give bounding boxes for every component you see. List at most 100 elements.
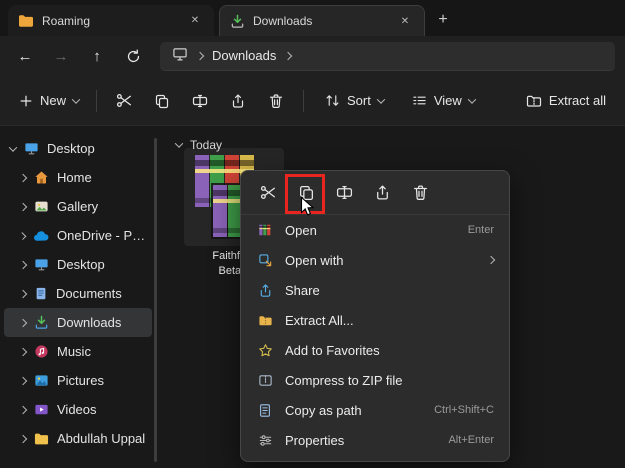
address-bar[interactable]: Downloads: [160, 42, 615, 71]
videos-icon: [34, 402, 49, 417]
extract-all-button[interactable]: Extract all: [517, 84, 615, 118]
close-icon[interactable]: ✕: [186, 12, 204, 30]
refresh-button[interactable]: [118, 41, 148, 71]
home-icon: [34, 170, 49, 185]
view-icon: [412, 93, 427, 108]
menu-item-open[interactable]: Open Enter: [246, 215, 504, 245]
download-icon: [34, 315, 49, 330]
monitor-icon: [34, 257, 49, 272]
share-button[interactable]: [365, 176, 399, 210]
up-button[interactable]: ↑: [82, 41, 112, 71]
navigation-pane: Desktop Home Gallery OneDrive - Personal: [0, 126, 160, 468]
rename-icon: [336, 184, 353, 201]
menu-item-add-to-favorites[interactable]: Add to Favorites: [246, 335, 504, 365]
context-menu-icon-row: [241, 171, 509, 215]
cloud-icon: [33, 230, 49, 242]
this-pc-icon: [172, 47, 188, 65]
sidebar-item-desktop[interactable]: Desktop: [4, 250, 152, 279]
properties-icon: [256, 433, 274, 448]
zip-icon: [256, 373, 274, 388]
sidebar-item-home[interactable]: Home: [4, 163, 152, 192]
star-icon: [256, 343, 274, 358]
breadcrumb[interactable]: Downloads: [212, 48, 276, 63]
chevron-right-icon: [19, 202, 27, 210]
rename-button[interactable]: [327, 176, 361, 210]
sort-button[interactable]: Sort: [316, 84, 393, 118]
plus-icon: [19, 94, 33, 108]
copy-button[interactable]: [143, 84, 181, 118]
sidebar-item-documents[interactable]: Documents: [4, 279, 152, 308]
chevron-down-icon: [377, 95, 385, 103]
winrar-icon: [256, 223, 274, 237]
navigation-bar: ← → ↑ Downloads: [0, 36, 625, 76]
tab-downloads[interactable]: Downloads ✕: [219, 5, 425, 36]
chevron-right-icon: [19, 318, 27, 326]
menu-item-share[interactable]: Share: [246, 275, 504, 305]
music-icon: [34, 344, 49, 359]
sidebar-item-videos[interactable]: Videos: [4, 395, 152, 424]
share-button[interactable]: [219, 84, 257, 118]
cut-button[interactable]: [251, 176, 285, 210]
delete-button[interactable]: [403, 176, 437, 210]
chevron-down-icon: [175, 139, 183, 147]
chevron-down-icon: [72, 95, 80, 103]
sidebar-item-abdullah-uppal[interactable]: Abdullah Uppal: [4, 424, 152, 453]
menu-item-extract-all[interactable]: Extract All...: [246, 305, 504, 335]
chevron-right-icon: [19, 434, 27, 442]
sidebar-item-downloads[interactable]: Downloads: [4, 308, 152, 337]
chevron-right-icon: [19, 173, 27, 181]
trash-icon: [268, 93, 284, 109]
mouse-cursor: [300, 196, 316, 223]
sidebar-item-music[interactable]: Music: [4, 337, 152, 366]
forward-button[interactable]: →: [46, 41, 76, 71]
sort-icon: [325, 93, 340, 108]
share-icon: [374, 184, 391, 201]
sidebar-item-pictures[interactable]: Pictures: [4, 366, 152, 395]
rename-button[interactable]: [181, 84, 219, 118]
chevron-right-icon: [196, 51, 204, 59]
menu-item-copy-as-path[interactable]: Copy as path Ctrl+Shift+C: [246, 395, 504, 425]
sidebar-scrollbar[interactable]: [154, 138, 157, 462]
close-icon[interactable]: ✕: [396, 12, 414, 30]
chevron-right-icon: [19, 376, 27, 384]
sidebar-item-onedrive[interactable]: OneDrive - Personal: [4, 221, 152, 250]
new-button[interactable]: New: [10, 84, 88, 118]
sidebar-item-gallery[interactable]: Gallery: [4, 192, 152, 221]
tab-title: Roaming: [42, 14, 178, 28]
toolbar-divider: [96, 90, 97, 112]
chevron-down-icon: [468, 95, 476, 103]
command-toolbar: New Sort View E: [0, 76, 625, 126]
folder-icon: [18, 14, 34, 28]
share-icon: [256, 283, 274, 298]
tab-roaming[interactable]: Roaming ✕: [8, 5, 214, 36]
chevron-right-icon: [284, 51, 292, 59]
menu-item-compress-zip[interactable]: Compress to ZIP file: [246, 365, 504, 395]
chevron-right-icon: [19, 232, 27, 240]
chevron-right-icon: [19, 289, 27, 297]
document-icon: [34, 286, 48, 301]
submenu-chevron-icon: [487, 256, 495, 264]
sidebar-item-desktop-root[interactable]: Desktop: [4, 134, 152, 163]
open-with-icon: [256, 253, 274, 268]
delete-button[interactable]: [257, 84, 295, 118]
monitor-icon: [24, 141, 39, 156]
new-tab-button[interactable]: +: [430, 8, 456, 32]
view-button[interactable]: View: [403, 84, 484, 118]
menu-item-open-with[interactable]: Open with: [246, 245, 504, 275]
folder-icon: [34, 432, 49, 446]
scissors-icon: [116, 92, 133, 109]
tab-title: Downloads: [253, 14, 388, 28]
menu-item-properties[interactable]: Properties Alt+Enter: [246, 425, 504, 455]
chevron-right-icon: [19, 405, 27, 413]
chevron-down-icon: [9, 143, 17, 151]
gallery-icon: [34, 199, 49, 214]
extract-icon: [256, 313, 274, 328]
chevron-right-icon: [19, 260, 27, 268]
cut-button[interactable]: [105, 84, 143, 118]
copy-path-icon: [256, 403, 274, 418]
toolbar-divider: [303, 90, 304, 112]
extract-icon: [526, 93, 542, 109]
back-button[interactable]: ←: [10, 41, 40, 71]
file-explorer-window: Roaming ✕ Downloads ✕ + ← → ↑ Downloads: [0, 0, 625, 468]
tab-bar: Roaming ✕ Downloads ✕ +: [0, 0, 625, 36]
